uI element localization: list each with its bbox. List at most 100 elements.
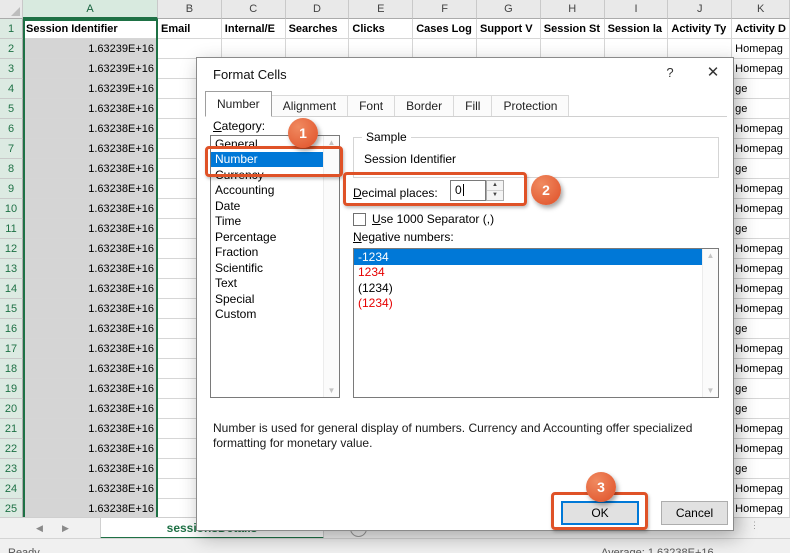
cell-k6[interactable]: Homepag <box>732 119 790 139</box>
cell-h2[interactable] <box>541 39 605 59</box>
cell-g2[interactable] <box>477 39 541 59</box>
row-header-25[interactable]: 25 <box>0 499 23 519</box>
category-item-percentage[interactable]: Percentage <box>211 229 339 245</box>
category-item-currency[interactable]: Currency <box>211 167 339 183</box>
cell-a11[interactable]: 1.63238E+16 <box>23 219 158 239</box>
cell-a15[interactable]: 1.63238E+16 <box>23 299 158 319</box>
row-header-1[interactable]: 1 <box>0 19 23 39</box>
cell-a1[interactable]: Session Identifier <box>23 19 158 39</box>
row-header-23[interactable]: 23 <box>0 459 23 479</box>
cancel-button[interactable]: Cancel <box>661 501 728 525</box>
cell-k21[interactable]: Homepag <box>732 419 790 439</box>
cell-b2[interactable] <box>158 39 222 59</box>
cell-j1[interactable]: Activity Ty <box>668 19 732 39</box>
cell-a7[interactable]: 1.63238E+16 <box>23 139 158 159</box>
negative-option-0[interactable]: -1234 <box>354 249 718 265</box>
cell-k1[interactable]: Activity D <box>732 19 790 39</box>
thousand-separator-checkbox[interactable] <box>353 213 366 226</box>
row-header-15[interactable]: 15 <box>0 299 23 319</box>
column-header-g[interactable]: G <box>477 0 541 19</box>
prev-sheet-icon[interactable]: ◀ <box>36 523 43 534</box>
negative-option-3[interactable]: (1234) <box>354 296 718 312</box>
row-header-18[interactable]: 18 <box>0 359 23 379</box>
tab-border[interactable]: Border <box>394 95 454 117</box>
category-listbox[interactable]: GeneralNumberCurrencyAccountingDateTimeP… <box>210 135 340 398</box>
select-all-button[interactable] <box>0 0 23 19</box>
tab-fill[interactable]: Fill <box>453 95 492 117</box>
cell-k23[interactable]: ge <box>732 459 790 479</box>
tab-alignment[interactable]: Alignment <box>271 95 348 117</box>
category-item-accounting[interactable]: Accounting <box>211 183 339 199</box>
decimal-places-input[interactable]: 0 <box>450 180 486 201</box>
cell-a25[interactable]: 1.63238E+16 <box>23 499 158 519</box>
cell-j2[interactable] <box>668 39 732 59</box>
cell-a19[interactable]: 1.63238E+16 <box>23 379 158 399</box>
cell-a6[interactable]: 1.63238E+16 <box>23 119 158 139</box>
cell-k15[interactable]: Homepag <box>732 299 790 319</box>
cell-e1[interactable]: Clicks <box>349 19 413 39</box>
row-header-4[interactable]: 4 <box>0 79 23 99</box>
cell-k3[interactable]: Homepag <box>732 59 790 79</box>
negative-option-1[interactable]: 1234 <box>354 265 718 281</box>
category-item-custom[interactable]: Custom <box>211 307 339 323</box>
cell-a20[interactable]: 1.63238E+16 <box>23 399 158 419</box>
category-item-text[interactable]: Text <box>211 276 339 292</box>
row-header-17[interactable]: 17 <box>0 339 23 359</box>
cell-a14[interactable]: 1.63238E+16 <box>23 279 158 299</box>
cell-a10[interactable]: 1.63238E+16 <box>23 199 158 219</box>
cell-k4[interactable]: ge <box>732 79 790 99</box>
cell-k13[interactable]: Homepag <box>732 259 790 279</box>
negative-option-2[interactable]: (1234) <box>354 280 718 296</box>
negative-scrollbar[interactable]: ▲ ▼ <box>702 249 718 397</box>
cell-a23[interactable]: 1.63238E+16 <box>23 459 158 479</box>
cell-c2[interactable] <box>222 39 286 59</box>
column-header-d[interactable]: D <box>286 0 350 19</box>
cell-k10[interactable]: Homepag <box>732 199 790 219</box>
cell-k20[interactable]: ge <box>732 399 790 419</box>
cell-f1[interactable]: Cases Log <box>413 19 477 39</box>
row-header-7[interactable]: 7 <box>0 139 23 159</box>
negative-numbers-listbox[interactable]: -12341234(1234)(1234) ▲ ▼ <box>353 248 719 398</box>
cell-k22[interactable]: Homepag <box>732 439 790 459</box>
column-header-k[interactable]: K <box>732 0 790 19</box>
row-header-13[interactable]: 13 <box>0 259 23 279</box>
column-header-h[interactable]: H <box>541 0 605 19</box>
tabbar-resize-handle[interactable]: ⋮ <box>750 520 759 531</box>
stepper-up-icon[interactable]: ▲ <box>487 181 503 191</box>
row-header-3[interactable]: 3 <box>0 59 23 79</box>
cell-a9[interactable]: 1.63238E+16 <box>23 179 158 199</box>
row-header-2[interactable]: 2 <box>0 39 23 59</box>
cell-a5[interactable]: 1.63238E+16 <box>23 99 158 119</box>
cell-g1[interactable]: Support V <box>477 19 541 39</box>
close-icon[interactable]: ✕ <box>699 63 727 83</box>
row-header-10[interactable]: 10 <box>0 199 23 219</box>
category-item-date[interactable]: Date <box>211 198 339 214</box>
cell-a4[interactable]: 1.63239E+16 <box>23 79 158 99</box>
column-header-i[interactable]: I <box>605 0 669 19</box>
category-item-scientific[interactable]: Scientific <box>211 260 339 276</box>
cell-k17[interactable]: Homepag <box>732 339 790 359</box>
category-item-general[interactable]: General <box>211 136 339 152</box>
row-header-8[interactable]: 8 <box>0 159 23 179</box>
cell-k25[interactable]: Homepag <box>732 499 790 519</box>
cell-a22[interactable]: 1.63238E+16 <box>23 439 158 459</box>
column-header-f[interactable]: F <box>413 0 477 19</box>
next-sheet-icon[interactable]: ▶ <box>62 523 69 534</box>
category-item-fraction[interactable]: Fraction <box>211 245 339 261</box>
cell-i1[interactable]: Session la <box>605 19 669 39</box>
cell-d1[interactable]: Searches <box>286 19 350 39</box>
stepper-down-icon[interactable]: ▼ <box>487 191 503 200</box>
row-header-11[interactable]: 11 <box>0 219 23 239</box>
row-header-6[interactable]: 6 <box>0 119 23 139</box>
category-item-time[interactable]: Time <box>211 214 339 230</box>
cell-a16[interactable]: 1.63238E+16 <box>23 319 158 339</box>
cell-k12[interactable]: Homepag <box>732 239 790 259</box>
row-header-24[interactable]: 24 <box>0 479 23 499</box>
cell-k14[interactable]: Homepag <box>732 279 790 299</box>
row-header-19[interactable]: 19 <box>0 379 23 399</box>
cell-c1[interactable]: Internal/E <box>222 19 286 39</box>
category-scrollbar[interactable]: ▲ ▼ <box>323 136 339 397</box>
cell-k2[interactable]: Homepag <box>732 39 790 59</box>
cell-k7[interactable]: Homepag <box>732 139 790 159</box>
category-item-special[interactable]: Special <box>211 291 339 307</box>
